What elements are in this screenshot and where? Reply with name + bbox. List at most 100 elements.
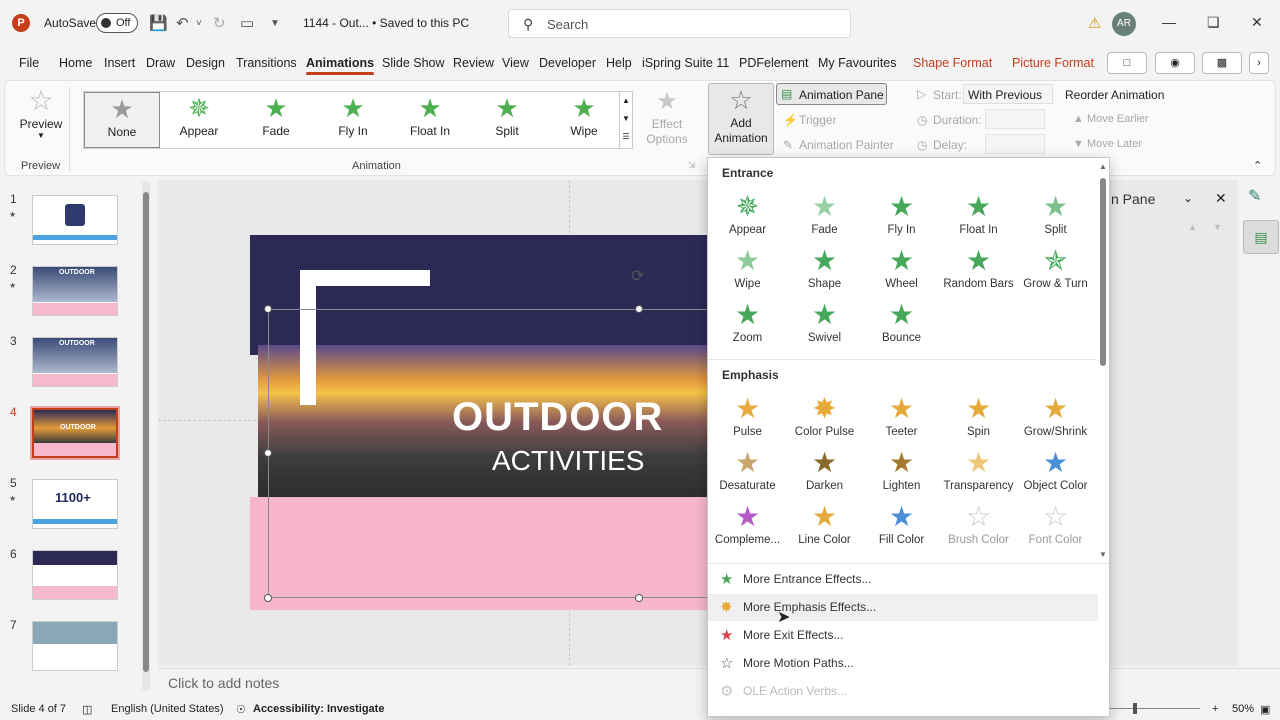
start-select[interactable]: With Previous bbox=[963, 84, 1053, 104]
effect-object-color[interactable]: ★ Object Color bbox=[1017, 446, 1094, 492]
ole-action-verbs[interactable]: ⚙ OLE Action Verbs... bbox=[708, 678, 1098, 705]
gallery-float-in[interactable]: ★ Float In bbox=[392, 92, 468, 148]
effect-pulse[interactable]: ★ Pulse bbox=[709, 392, 786, 438]
language-label[interactable]: English (United States) bbox=[111, 703, 224, 715]
tab-insert[interactable]: Insert bbox=[104, 56, 135, 70]
document-title[interactable]: 1144 - Out... • Saved to this PC bbox=[303, 16, 469, 30]
effect-line-color[interactable]: ★ Line Color bbox=[786, 500, 863, 546]
slide-counter[interactable]: Slide 4 of 7 bbox=[11, 703, 66, 715]
search-box[interactable]: ⚲ Search bbox=[508, 9, 851, 38]
animation-painter-button[interactable]: Animation Painter bbox=[799, 138, 894, 152]
gallery-split[interactable]: ★ Split bbox=[469, 92, 545, 148]
effect-wheel[interactable]: ★ Wheel bbox=[863, 244, 940, 290]
more-exit-effects[interactable]: ★ More Exit Effects... bbox=[708, 622, 1098, 649]
move-down-icon[interactable]: ▼ bbox=[1213, 222, 1222, 232]
effect-font-color[interactable]: ☆ Font Color bbox=[1017, 500, 1094, 546]
resize-handle[interactable] bbox=[635, 305, 643, 313]
animation-pane-side-icon[interactable]: ▤ bbox=[1243, 220, 1279, 254]
tab-pdfelement[interactable]: PDFelement bbox=[739, 56, 808, 70]
gallery-fly-in[interactable]: ★ Fly In bbox=[315, 92, 391, 148]
tab-animations[interactable]: Animations bbox=[306, 56, 375, 75]
save-icon[interactable]: 💾 bbox=[149, 14, 168, 32]
effect-color-pulse[interactable]: ✸ Color Pulse bbox=[786, 392, 863, 438]
present-icon[interactable]: ▭ bbox=[240, 14, 254, 32]
tab-review[interactable]: Review bbox=[453, 56, 494, 70]
effect-teeter[interactable]: ★ Teeter bbox=[863, 392, 940, 438]
slide-thumb-2[interactable]: OUTDOOR bbox=[32, 266, 118, 316]
minimize-icon[interactable]: — bbox=[1162, 14, 1176, 30]
effect-grow-turn[interactable]: ✯ Grow & Turn bbox=[1017, 244, 1094, 290]
slide-thumb-5[interactable]: 1100+ bbox=[32, 479, 118, 529]
share-button[interactable]: ▩ bbox=[1202, 52, 1242, 74]
dialog-launcher-icon[interactable]: ⇲ bbox=[688, 160, 696, 171]
delay-input[interactable] bbox=[985, 134, 1045, 154]
dropdown-scrollbar[interactable]: ▲ ▼ bbox=[1098, 162, 1108, 562]
animation-pane-button[interactable]: ▤ Animation Pane bbox=[776, 83, 887, 105]
effect-zoom[interactable]: ★ Zoom bbox=[709, 298, 786, 344]
slide-thumb-3[interactable]: OUTDOOR bbox=[32, 337, 118, 387]
preview-button[interactable]: ☆ Preview ▼ bbox=[19, 85, 63, 140]
tab-home[interactable]: Home bbox=[59, 56, 92, 70]
effect-bounce[interactable]: ★ Bounce bbox=[863, 298, 940, 344]
gallery-appear[interactable]: ✵ Appear bbox=[161, 92, 237, 148]
autosave-toggle[interactable]: Off bbox=[96, 13, 138, 33]
more-motion-paths[interactable]: ☆ More Motion Paths... bbox=[708, 650, 1098, 677]
effect-darken[interactable]: ★ Darken bbox=[786, 446, 863, 492]
fit-slide-icon[interactable]: ▣ bbox=[1260, 703, 1270, 716]
tab-shape-format[interactable]: Shape Format bbox=[913, 56, 992, 70]
effect-complementary-color[interactable]: ★ Compleme... bbox=[709, 500, 786, 546]
tab-file[interactable]: File bbox=[19, 56, 39, 70]
effect-split[interactable]: ★ Split bbox=[1017, 190, 1094, 236]
slide-thumb-1[interactable] bbox=[32, 195, 118, 245]
effect-float-in[interactable]: ★ Float In bbox=[940, 190, 1017, 236]
avatar[interactable]: AR bbox=[1112, 12, 1136, 36]
slide-thumb-6[interactable] bbox=[32, 550, 118, 600]
slide-thumb-4[interactable]: OUTDOOR bbox=[30, 406, 120, 460]
move-earlier-button[interactable]: ▲ Move Earlier bbox=[1073, 113, 1149, 125]
zoom-slider-thumb[interactable] bbox=[1133, 703, 1137, 714]
spelling-icon[interactable]: ◫ bbox=[82, 703, 92, 716]
effect-shape[interactable]: ★ Shape bbox=[786, 244, 863, 290]
rotate-handle-icon[interactable]: ⟳ bbox=[631, 266, 644, 286]
customize-qat-icon[interactable]: ▼ bbox=[270, 18, 280, 29]
effect-swivel[interactable]: ★ Swivel bbox=[786, 298, 863, 344]
effect-wipe[interactable]: ★ Wipe bbox=[709, 244, 786, 290]
tab-developer[interactable]: Developer bbox=[539, 56, 596, 70]
effect-lighten[interactable]: ★ Lighten bbox=[863, 446, 940, 492]
effect-desaturate[interactable]: ★ Desaturate bbox=[709, 446, 786, 492]
effect-transparency[interactable]: ★ Transparency bbox=[940, 446, 1017, 492]
tab-design[interactable]: Design bbox=[186, 56, 225, 70]
pane-options-icon[interactable]: ⌄ bbox=[1183, 191, 1193, 205]
zoom-level[interactable]: 50% bbox=[1232, 703, 1254, 715]
tab-draw[interactable]: Draw bbox=[146, 56, 175, 70]
undo-dropdown-icon[interactable]: ˅ bbox=[196, 18, 202, 29]
restore-icon[interactable]: ❏ bbox=[1207, 14, 1220, 31]
effect-fade[interactable]: ★ Fade bbox=[786, 190, 863, 236]
more-emphasis-effects[interactable]: ✸ More Emphasis Effects... bbox=[708, 594, 1098, 621]
zoom-in-icon[interactable]: + bbox=[1212, 703, 1218, 715]
pane-close-icon[interactable]: ✕ bbox=[1215, 190, 1227, 207]
designer-icon[interactable]: ✎ bbox=[1248, 186, 1261, 206]
effect-brush-color[interactable]: ☆ Brush Color bbox=[940, 500, 1017, 546]
effect-fly-in[interactable]: ★ Fly In bbox=[863, 190, 940, 236]
tab-my-favourites[interactable]: My Favourites bbox=[818, 56, 897, 70]
tab-slide-show[interactable]: Slide Show bbox=[382, 56, 445, 70]
gallery-fade[interactable]: ★ Fade bbox=[238, 92, 314, 148]
effect-grow-shrink[interactable]: ★ Grow/Shrink bbox=[1017, 392, 1094, 438]
gallery-scroll[interactable]: ▲ ▼ ☰ bbox=[619, 91, 633, 149]
move-up-icon[interactable]: ▲ bbox=[1188, 222, 1197, 232]
duration-input[interactable] bbox=[985, 109, 1045, 129]
thumb-scrollbar[interactable] bbox=[142, 182, 150, 690]
redo-icon[interactable]: ↻ bbox=[213, 14, 226, 32]
gallery-wipe[interactable]: ★ Wipe bbox=[546, 92, 622, 148]
slide-thumb-7[interactable] bbox=[32, 621, 118, 671]
effect-fill-color[interactable]: ★ Fill Color bbox=[863, 500, 940, 546]
effect-options-button[interactable]: ★ Effect Options bbox=[645, 87, 689, 147]
tab-view[interactable]: View bbox=[502, 56, 529, 70]
ribbon-more-button[interactable]: › bbox=[1249, 52, 1269, 74]
comments-button[interactable]: □ bbox=[1107, 52, 1147, 74]
add-animation-button[interactable]: ☆ Add Animation bbox=[708, 83, 774, 155]
warning-icon[interactable]: ⚠ bbox=[1088, 14, 1101, 32]
collapse-ribbon-icon[interactable]: ⌃ bbox=[1253, 159, 1262, 172]
close-icon[interactable]: ✕ bbox=[1251, 14, 1263, 31]
